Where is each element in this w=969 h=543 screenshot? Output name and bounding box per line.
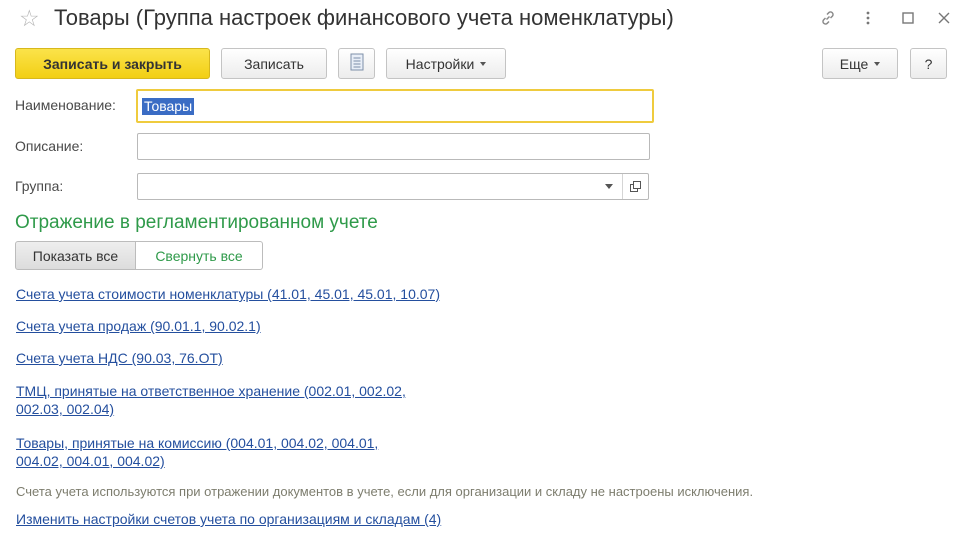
section-title: Отражение в регламентированном учете [15,212,378,233]
save-button[interactable]: Записать [221,48,327,79]
custody-goods-link-line1[interactable]: ТМЦ, принятые на ответственное хранение … [16,382,406,400]
group-field[interactable] [137,173,649,200]
help-label: ? [924,55,933,72]
star-icon[interactable]: ☆ [19,4,40,32]
description-label: Описание: [15,138,84,154]
help-button[interactable]: ? [910,48,947,79]
collapse-all-button[interactable]: Свернуть все [136,241,263,270]
group-label: Группа: [15,178,64,194]
name-label: Наименование: [15,97,116,113]
cost-accounts-link[interactable]: Счета учета стоимости номенклатуры (41.0… [16,285,440,303]
window-title: Товары (Группа настроек финансового учет… [54,5,674,30]
chevron-down-icon [874,61,881,66]
show-all-label: Показать все [32,247,119,264]
close-icon[interactable] [932,6,956,30]
sales-accounts-link[interactable]: Счета учета продаж (90.01.1, 90.02.1) [16,317,261,335]
custody-goods-link-line2[interactable]: 002.03, 002.04) [16,400,114,418]
open-item-icon[interactable] [622,174,648,199]
collapse-all-label: Свернуть все [155,247,243,264]
save-and-close-button[interactable]: Записать и закрыть [15,48,210,79]
chevron-down-icon [480,61,487,66]
title-bar: ☆ Товары (Группа настроек финансового уч… [0,0,969,38]
more-label: Еще [839,55,869,72]
commission-goods-link-line2[interactable]: 004.02, 004.01, 004.02) [16,452,165,470]
dropdown-arrow-icon[interactable] [596,174,622,199]
commission-goods-link-line1[interactable]: Товары, принятые на комиссию (004.01, 00… [16,434,378,452]
name-value: Товары [142,98,195,115]
settings-dropdown-button[interactable]: Настройки [386,48,506,79]
document-list-icon [350,53,364,74]
info-note: Счета учета используются при отражении д… [16,484,754,499]
report-button[interactable] [338,48,375,79]
form-window: ☆ Товары (Группа настроек финансового уч… [0,0,969,543]
description-field[interactable] [137,133,650,160]
save-and-close-label: Записать и закрыть [43,55,182,72]
change-settings-link[interactable]: Изменить настройки счетов учета по орган… [16,510,441,528]
name-field[interactable]: Товары [136,89,654,123]
vat-accounts-link[interactable]: Счета учета НДС (90.03, 76.ОТ) [16,349,223,367]
maximize-icon[interactable] [896,6,920,30]
settings-label: Настройки [405,55,475,72]
more-vertical-icon[interactable] [856,6,880,30]
more-dropdown-button[interactable]: Еще [822,48,898,79]
save-label: Записать [244,55,304,72]
show-all-button[interactable]: Показать все [15,241,136,270]
link-icon[interactable] [816,6,840,30]
